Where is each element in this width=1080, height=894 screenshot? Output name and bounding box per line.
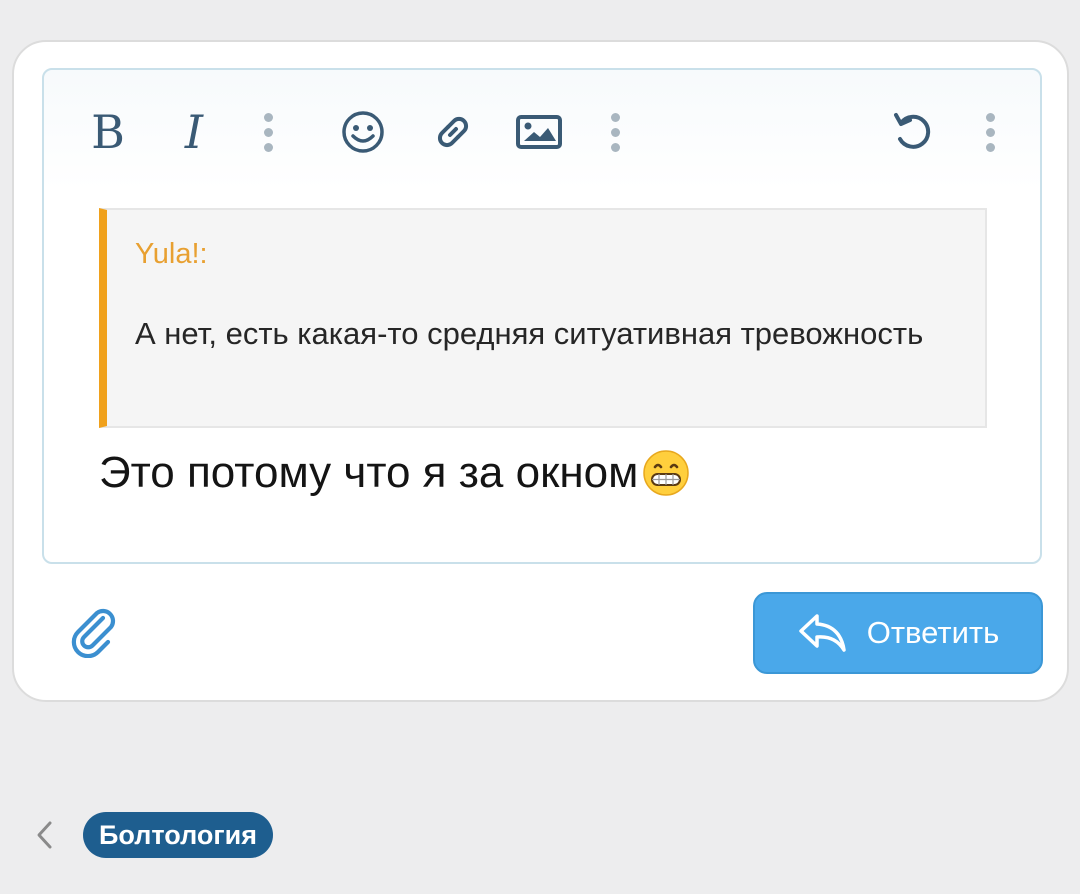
breadcrumb-label: Болтология xyxy=(99,819,257,850)
image-icon[interactable] xyxy=(514,104,564,160)
more-vertical-icon[interactable] xyxy=(980,104,1000,160)
italic-label: I xyxy=(184,105,204,159)
quote-block: Yula!: А нет, есть какая-то средняя ситу… xyxy=(99,208,987,428)
reply-button-label: Ответить xyxy=(866,615,1000,650)
quote-author[interactable]: Yula!: xyxy=(135,238,208,271)
reply-text: Это потому что я за окном xyxy=(99,448,639,497)
bold-button[interactable]: B xyxy=(88,104,128,160)
grinning-face-icon xyxy=(643,450,690,496)
undo-icon[interactable] xyxy=(888,104,938,160)
paperclip-icon[interactable] xyxy=(70,608,120,658)
editor-toolbar: B I xyxy=(44,70,1040,190)
reply-button[interactable]: Ответить xyxy=(753,592,1043,674)
quote-text: А нет, есть какая-то средняя ситуативная… xyxy=(135,316,924,351)
italic-button[interactable]: I xyxy=(174,104,214,160)
reply-arrow-icon xyxy=(798,614,846,652)
reply-text-line[interactable]: Это потому что я за окном xyxy=(99,448,690,498)
more-vertical-icon[interactable] xyxy=(605,104,625,160)
message-editor[interactable]: B I Yula!: А нет, есть какая-то средняя … xyxy=(42,68,1042,564)
breadcrumb-forum[interactable]: Болтология xyxy=(83,812,273,858)
reply-card: B I Yula!: А нет, есть какая-то средняя … xyxy=(12,40,1069,702)
more-vertical-icon[interactable] xyxy=(258,104,278,160)
chevron-left-icon[interactable] xyxy=(30,815,60,855)
bold-label: B xyxy=(91,105,125,159)
link-icon[interactable] xyxy=(426,104,480,160)
smiley-icon[interactable] xyxy=(338,104,388,160)
